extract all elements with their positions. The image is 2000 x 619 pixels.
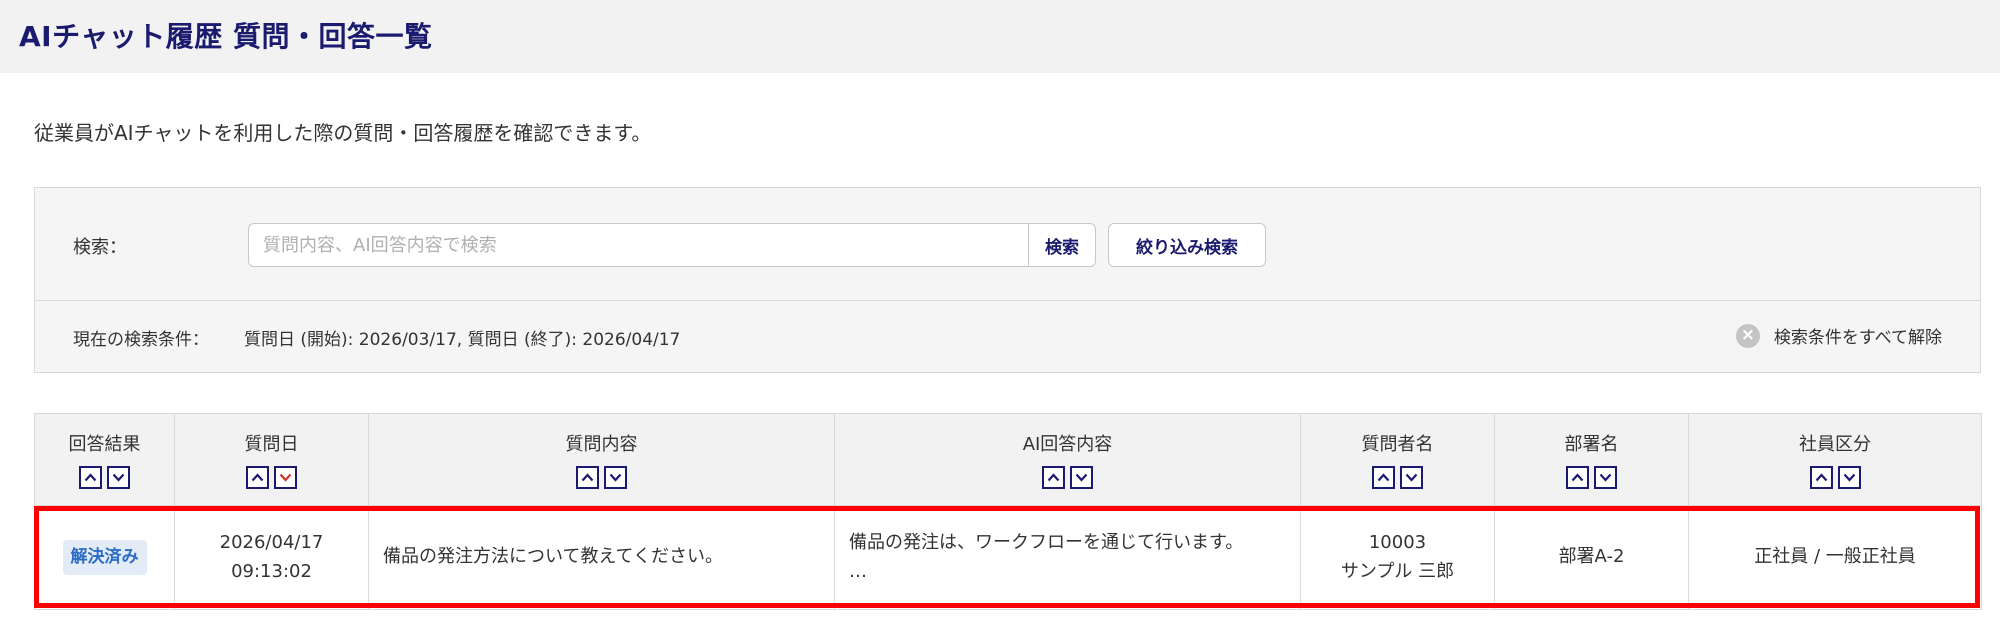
sort-controls bbox=[1809, 466, 1861, 489]
sort-ascending-button[interactable] bbox=[1809, 466, 1833, 489]
clear-all-conditions-label: 検索条件をすべて解除 bbox=[1773, 328, 1942, 348]
employee-type: 正社員 / 一般正社員 bbox=[1754, 546, 1916, 568]
search-input[interactable] bbox=[248, 223, 1028, 267]
status-badge: 解決済み bbox=[62, 539, 147, 576]
ai-answer-text: 備品の発注は、ワークフローを通じて行います。 bbox=[849, 531, 1244, 553]
search-label: 検索： bbox=[73, 237, 127, 258]
chevron-up-icon bbox=[84, 473, 97, 482]
cell-date: 2026/04/17 09:13:02 bbox=[174, 505, 369, 610]
chevron-up-icon bbox=[1047, 473, 1060, 482]
table-row[interactable]: 解決済み 2026/04/17 09:13:02 備品の発注方法について教えてく… bbox=[34, 505, 1982, 610]
question-text: 備品の発注方法について教えてください。 bbox=[383, 546, 724, 568]
ai-answer-ellipsis: … bbox=[849, 560, 867, 582]
sort-ascending-button[interactable] bbox=[1566, 466, 1589, 489]
question-time: 09:13:02 bbox=[231, 560, 312, 582]
sort-descending-button[interactable] bbox=[1400, 466, 1423, 489]
chevron-up-icon bbox=[251, 473, 264, 482]
sort-controls bbox=[79, 466, 130, 489]
sort-controls bbox=[1372, 466, 1423, 489]
page-description: 従業員がAIチャットを利用した際の質問・回答履歴を確認できます。 bbox=[34, 121, 652, 145]
chevron-up-icon bbox=[1377, 473, 1390, 482]
sort-controls bbox=[1566, 466, 1617, 489]
close-circle-icon: × bbox=[1735, 323, 1760, 348]
chevron-down-icon bbox=[1405, 473, 1418, 482]
column-header-question: 質問内容 bbox=[368, 413, 835, 506]
column-header-ai-answer: AI回答内容 bbox=[834, 413, 1301, 506]
sort-descending-button[interactable] bbox=[1070, 466, 1093, 489]
cell-department: 部署A-2 bbox=[1494, 505, 1689, 610]
title-bar: AIチャット履歴 質問・回答一覧 bbox=[0, 0, 2000, 73]
sort-descending-button[interactable] bbox=[1594, 466, 1617, 489]
column-header-label: 質問日 bbox=[244, 434, 299, 455]
department-name: 部署A-2 bbox=[1558, 546, 1625, 568]
sort-descending-button[interactable] bbox=[107, 466, 130, 489]
column-header-department: 部署名 bbox=[1494, 413, 1689, 506]
column-header-label: AI回答内容 bbox=[1022, 434, 1113, 455]
chevron-down-icon bbox=[1843, 473, 1855, 482]
sort-ascending-button[interactable] bbox=[246, 466, 269, 489]
results-table: 回答結果 質問日 質問内容 AI回答内容 質問者名 部署名 社員区分 解決済み … bbox=[34, 413, 1982, 610]
chevron-down-icon bbox=[609, 473, 622, 482]
asker-name: サンプル 三郎 bbox=[1340, 560, 1455, 582]
sort-controls bbox=[1042, 466, 1093, 489]
sort-ascending-button[interactable] bbox=[79, 466, 102, 489]
column-header-label: 部署名 bbox=[1564, 434, 1619, 455]
column-header-result: 回答結果 bbox=[34, 413, 175, 506]
sort-controls bbox=[576, 466, 627, 489]
question-date: 2026/04/17 bbox=[219, 531, 324, 553]
filter-search-button[interactable]: 絞り込み検索 bbox=[1108, 223, 1266, 267]
column-header-label: 質問内容 bbox=[565, 434, 638, 455]
cell-ai-answer: 備品の発注は、ワークフローを通じて行います。 … bbox=[834, 505, 1301, 610]
search-panel: 検索： 検索 絞り込み検索 現在の検索条件： 質問日 (開始): 2026/03… bbox=[34, 187, 1981, 373]
clear-all-conditions-button[interactable]: × 検索条件をすべて解除 bbox=[1735, 323, 1942, 348]
asker-id: 10003 bbox=[1368, 531, 1427, 553]
column-header-asker: 質問者名 bbox=[1300, 413, 1495, 506]
column-header-label: 質問者名 bbox=[1361, 434, 1434, 455]
sort-descending-button[interactable] bbox=[604, 466, 627, 489]
sort-ascending-button[interactable] bbox=[1042, 466, 1065, 489]
sort-descending-button[interactable] bbox=[274, 466, 297, 489]
column-header-label: 社員区分 bbox=[1799, 434, 1871, 455]
page-title: AIチャット履歴 質問・回答一覧 bbox=[19, 20, 433, 53]
current-conditions-label: 現在の検索条件： bbox=[73, 330, 209, 350]
sort-ascending-button[interactable] bbox=[1372, 466, 1395, 489]
column-header-employee-type: 社員区分 bbox=[1688, 413, 1982, 506]
panel-divider bbox=[35, 300, 1980, 301]
column-header-date: 質問日 bbox=[174, 413, 369, 506]
current-conditions-value: 質問日 (開始): 2026/03/17, 質問日 (終了): 2026/04/… bbox=[244, 330, 681, 350]
cell-asker: 10003 サンプル 三郎 bbox=[1300, 505, 1495, 610]
chevron-down-icon bbox=[1075, 473, 1088, 482]
chevron-down-icon bbox=[279, 473, 292, 482]
chevron-down-icon bbox=[1599, 473, 1612, 482]
cell-question: 備品の発注方法について教えてください。 bbox=[368, 505, 835, 610]
cell-employee-type: 正社員 / 一般正社員 bbox=[1688, 505, 1982, 610]
cell-result: 解決済み bbox=[34, 505, 175, 610]
chevron-up-icon bbox=[1571, 473, 1584, 482]
sort-controls bbox=[246, 466, 297, 489]
chevron-up-icon bbox=[1815, 473, 1827, 482]
sort-ascending-button[interactable] bbox=[576, 466, 599, 489]
chevron-down-icon bbox=[112, 473, 125, 482]
column-header-label: 回答結果 bbox=[68, 434, 141, 455]
sort-descending-button[interactable] bbox=[1837, 466, 1861, 489]
table-header-row: 回答結果 質問日 質問内容 AI回答内容 質問者名 部署名 社員区分 bbox=[34, 413, 1982, 506]
search-button[interactable]: 検索 bbox=[1028, 223, 1096, 267]
chevron-up-icon bbox=[581, 473, 594, 482]
